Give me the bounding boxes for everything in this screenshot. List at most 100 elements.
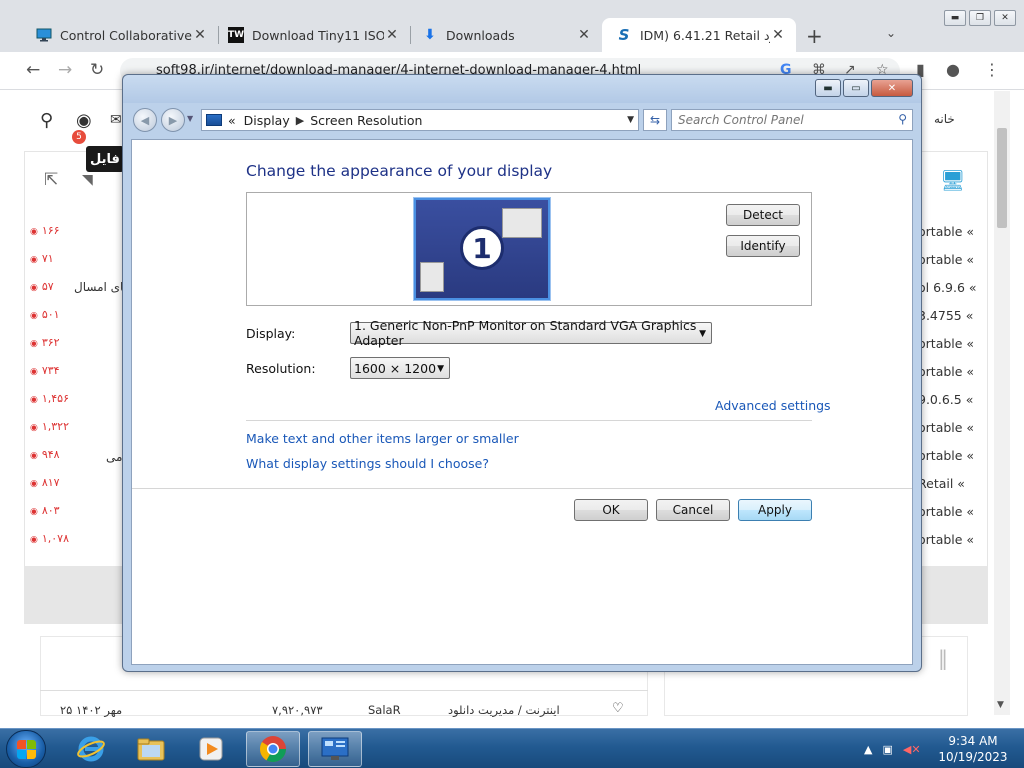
user-icon[interactable]: ◉ <box>76 110 92 131</box>
breadcrumb-display[interactable]: Display <box>244 113 290 128</box>
window-titlebar[interactable]: ▬ ▭ ✕ <box>123 75 921 103</box>
resolution-label: Resolution: <box>246 361 316 376</box>
eye-icon: ◉ <box>30 535 38 545</box>
eye-icon: ◉ <box>30 283 38 293</box>
back-arrow-icon: ◀ <box>140 113 150 127</box>
text-size-link[interactable]: Make text and other items larger or smal… <box>246 431 519 446</box>
identify-button[interactable]: Identify <box>726 235 800 257</box>
detect-button[interactable]: Detect <box>726 204 800 226</box>
external-link-icon[interactable]: ⇱ <box>44 170 58 190</box>
post-category[interactable]: اینترنت / مدیریت دانلود <box>448 703 560 717</box>
taskbar-media-player[interactable] <box>184 731 238 767</box>
cancel-button[interactable]: Cancel <box>656 499 730 521</box>
menu-kebab-icon[interactable]: ⋮ <box>984 60 1000 79</box>
tab-control-collaborative[interactable]: Control Collaborative Vi ✕ <box>22 18 218 52</box>
search-input[interactable] <box>678 112 888 128</box>
close-icon[interactable]: ✕ <box>384 27 400 43</box>
mail-icon[interactable]: ✉ <box>110 112 122 128</box>
breadcrumb-arrow-icon[interactable]: ▶ <box>296 114 304 127</box>
tab-downloads[interactable]: ⬇ Downloads ✕ <box>408 18 602 52</box>
display-select-value: 1. Generic Non-PnP Monitor on Standard V… <box>354 318 697 348</box>
monitor-icon <box>36 27 52 43</box>
display-help-link[interactable]: What display settings should I choose? <box>246 456 489 471</box>
windows-logo-icon <box>17 740 36 759</box>
minimize-icon[interactable]: ▬ <box>944 10 966 26</box>
view-count: ◉ ۸۰۳ <box>30 504 60 517</box>
back-button[interactable]: ◀ <box>133 108 157 132</box>
forward-arrow-icon: ▶ <box>168 113 178 127</box>
eye-icon: ◉ <box>30 507 38 517</box>
close-icon[interactable]: ✕ <box>871 79 913 97</box>
eye-icon: ◉ <box>30 311 38 321</box>
rss-icon[interactable]: ◥ <box>82 172 93 188</box>
back-arrow-icon[interactable]: ← <box>26 60 40 80</box>
forward-arrow-icon[interactable]: → <box>58 60 72 80</box>
scroll-down-icon[interactable]: ▼ <box>997 700 1004 710</box>
show-hidden-icons-icon[interactable]: ▲ <box>864 743 872 756</box>
monitor-1[interactable]: 1 <box>414 198 550 300</box>
chevron-down-icon: ▼ <box>699 329 706 339</box>
tab-title: Control Collaborative Vi <box>60 27 192 43</box>
nav-home[interactable]: خانه <box>934 112 955 126</box>
taskbar-control-panel[interactable] <box>308 731 362 767</box>
eye-icon: ◉ <box>30 339 38 349</box>
view-count: ◉ ۸۱۷ <box>30 476 60 489</box>
start-button[interactable] <box>6 730 46 768</box>
advanced-settings-link[interactable]: Advanced settings <box>715 398 831 413</box>
post-author[interactable]: SalaR <box>368 703 401 717</box>
taskbar-file-explorer[interactable] <box>124 731 178 767</box>
forward-button[interactable]: ▶ <box>161 108 185 132</box>
tab-tiny11[interactable]: TW Download Tiny11 ISO fo ✕ <box>214 18 410 52</box>
apply-button[interactable]: Apply <box>738 499 812 521</box>
recent-pages-dropdown-icon[interactable]: ▼ <box>187 114 193 123</box>
tab-strip: Control Collaborative Vi ✕ TW Download T… <box>0 0 1024 52</box>
chevron-down-icon[interactable]: ▼ <box>627 115 634 125</box>
desktop-icon[interactable]: 🖥 <box>940 168 965 192</box>
control-panel-icon <box>321 737 349 760</box>
tab-idm[interactable]: S IDM) 6.41.21 Retail دانلود ✕ <box>602 18 796 52</box>
breadcrumb-screen-resolution[interactable]: Screen Resolution <box>310 113 422 128</box>
breadcrumb-prefix[interactable]: « <box>228 113 236 128</box>
taskbar-internet-explorer[interactable] <box>64 731 118 767</box>
close-icon[interactable]: ✕ <box>770 27 786 43</box>
display-select[interactable]: 1. Generic Non-PnP Monitor on Standard V… <box>350 318 712 348</box>
breadcrumb[interactable]: « Display ▶ Screen Resolution ▼ <box>201 109 639 131</box>
page-title: Change the appearance of your display <box>246 162 553 180</box>
refresh-button[interactable]: ⇆ <box>643 109 667 131</box>
view-count: ◉ ۱,۴۵۶ <box>30 392 69 405</box>
divider <box>132 488 912 489</box>
close-icon[interactable]: ✕ <box>192 27 208 43</box>
search-icon[interactable]: ⚲ <box>40 110 53 131</box>
chevron-down-icon[interactable]: ⌄ <box>886 26 896 40</box>
restore-icon[interactable]: ❐ <box>969 10 991 26</box>
folder-icon <box>137 738 165 761</box>
search-icon[interactable]: ⚲ <box>898 112 907 126</box>
scrollbar-thumb[interactable] <box>997 128 1007 228</box>
tab-title: Download Tiny11 ISO fo <box>252 27 384 43</box>
new-tab-icon[interactable]: + <box>806 24 823 48</box>
reload-icon[interactable]: ↻ <box>90 60 104 80</box>
search-box[interactable]: ⚲ <box>671 109 913 131</box>
view-count: ◉ ۳۶۲ <box>30 336 60 349</box>
drag-handle-icon[interactable]: ‖ <box>938 646 948 670</box>
minimize-icon[interactable]: ▬ <box>815 79 841 97</box>
ok-button[interactable]: OK <box>574 499 648 521</box>
network-icon[interactable]: ▣ <box>882 743 892 756</box>
navigation-row: ◀ ▶ ▼ « Display ▶ Screen Resolution ▼ ⇆ … <box>131 107 913 133</box>
resolution-select[interactable]: 1600 × 1200 ▼ <box>350 357 450 379</box>
control-panel-icon <box>206 114 222 126</box>
maximize-icon[interactable]: ▭ <box>843 79 869 97</box>
volume-muted-icon[interactable]: ◀✕ <box>903 743 921 756</box>
profile-icon[interactable]: ● <box>946 60 960 79</box>
taskbar-chrome[interactable] <box>246 731 300 767</box>
heart-icon[interactable]: ♡ <box>612 701 624 716</box>
eye-icon: ◉ <box>30 479 38 489</box>
close-icon[interactable]: ✕ <box>994 10 1016 26</box>
clock[interactable]: 9:34 AM 10/19/2023 <box>936 733 1010 765</box>
close-icon[interactable]: ✕ <box>576 27 592 43</box>
view-count: ◉ ۵۰۱ <box>30 308 60 321</box>
soft98-icon: S <box>618 26 630 44</box>
clock-date: 10/19/2023 <box>938 750 1008 764</box>
window-thumbnail <box>502 208 542 238</box>
eye-icon: ◉ <box>30 227 38 237</box>
